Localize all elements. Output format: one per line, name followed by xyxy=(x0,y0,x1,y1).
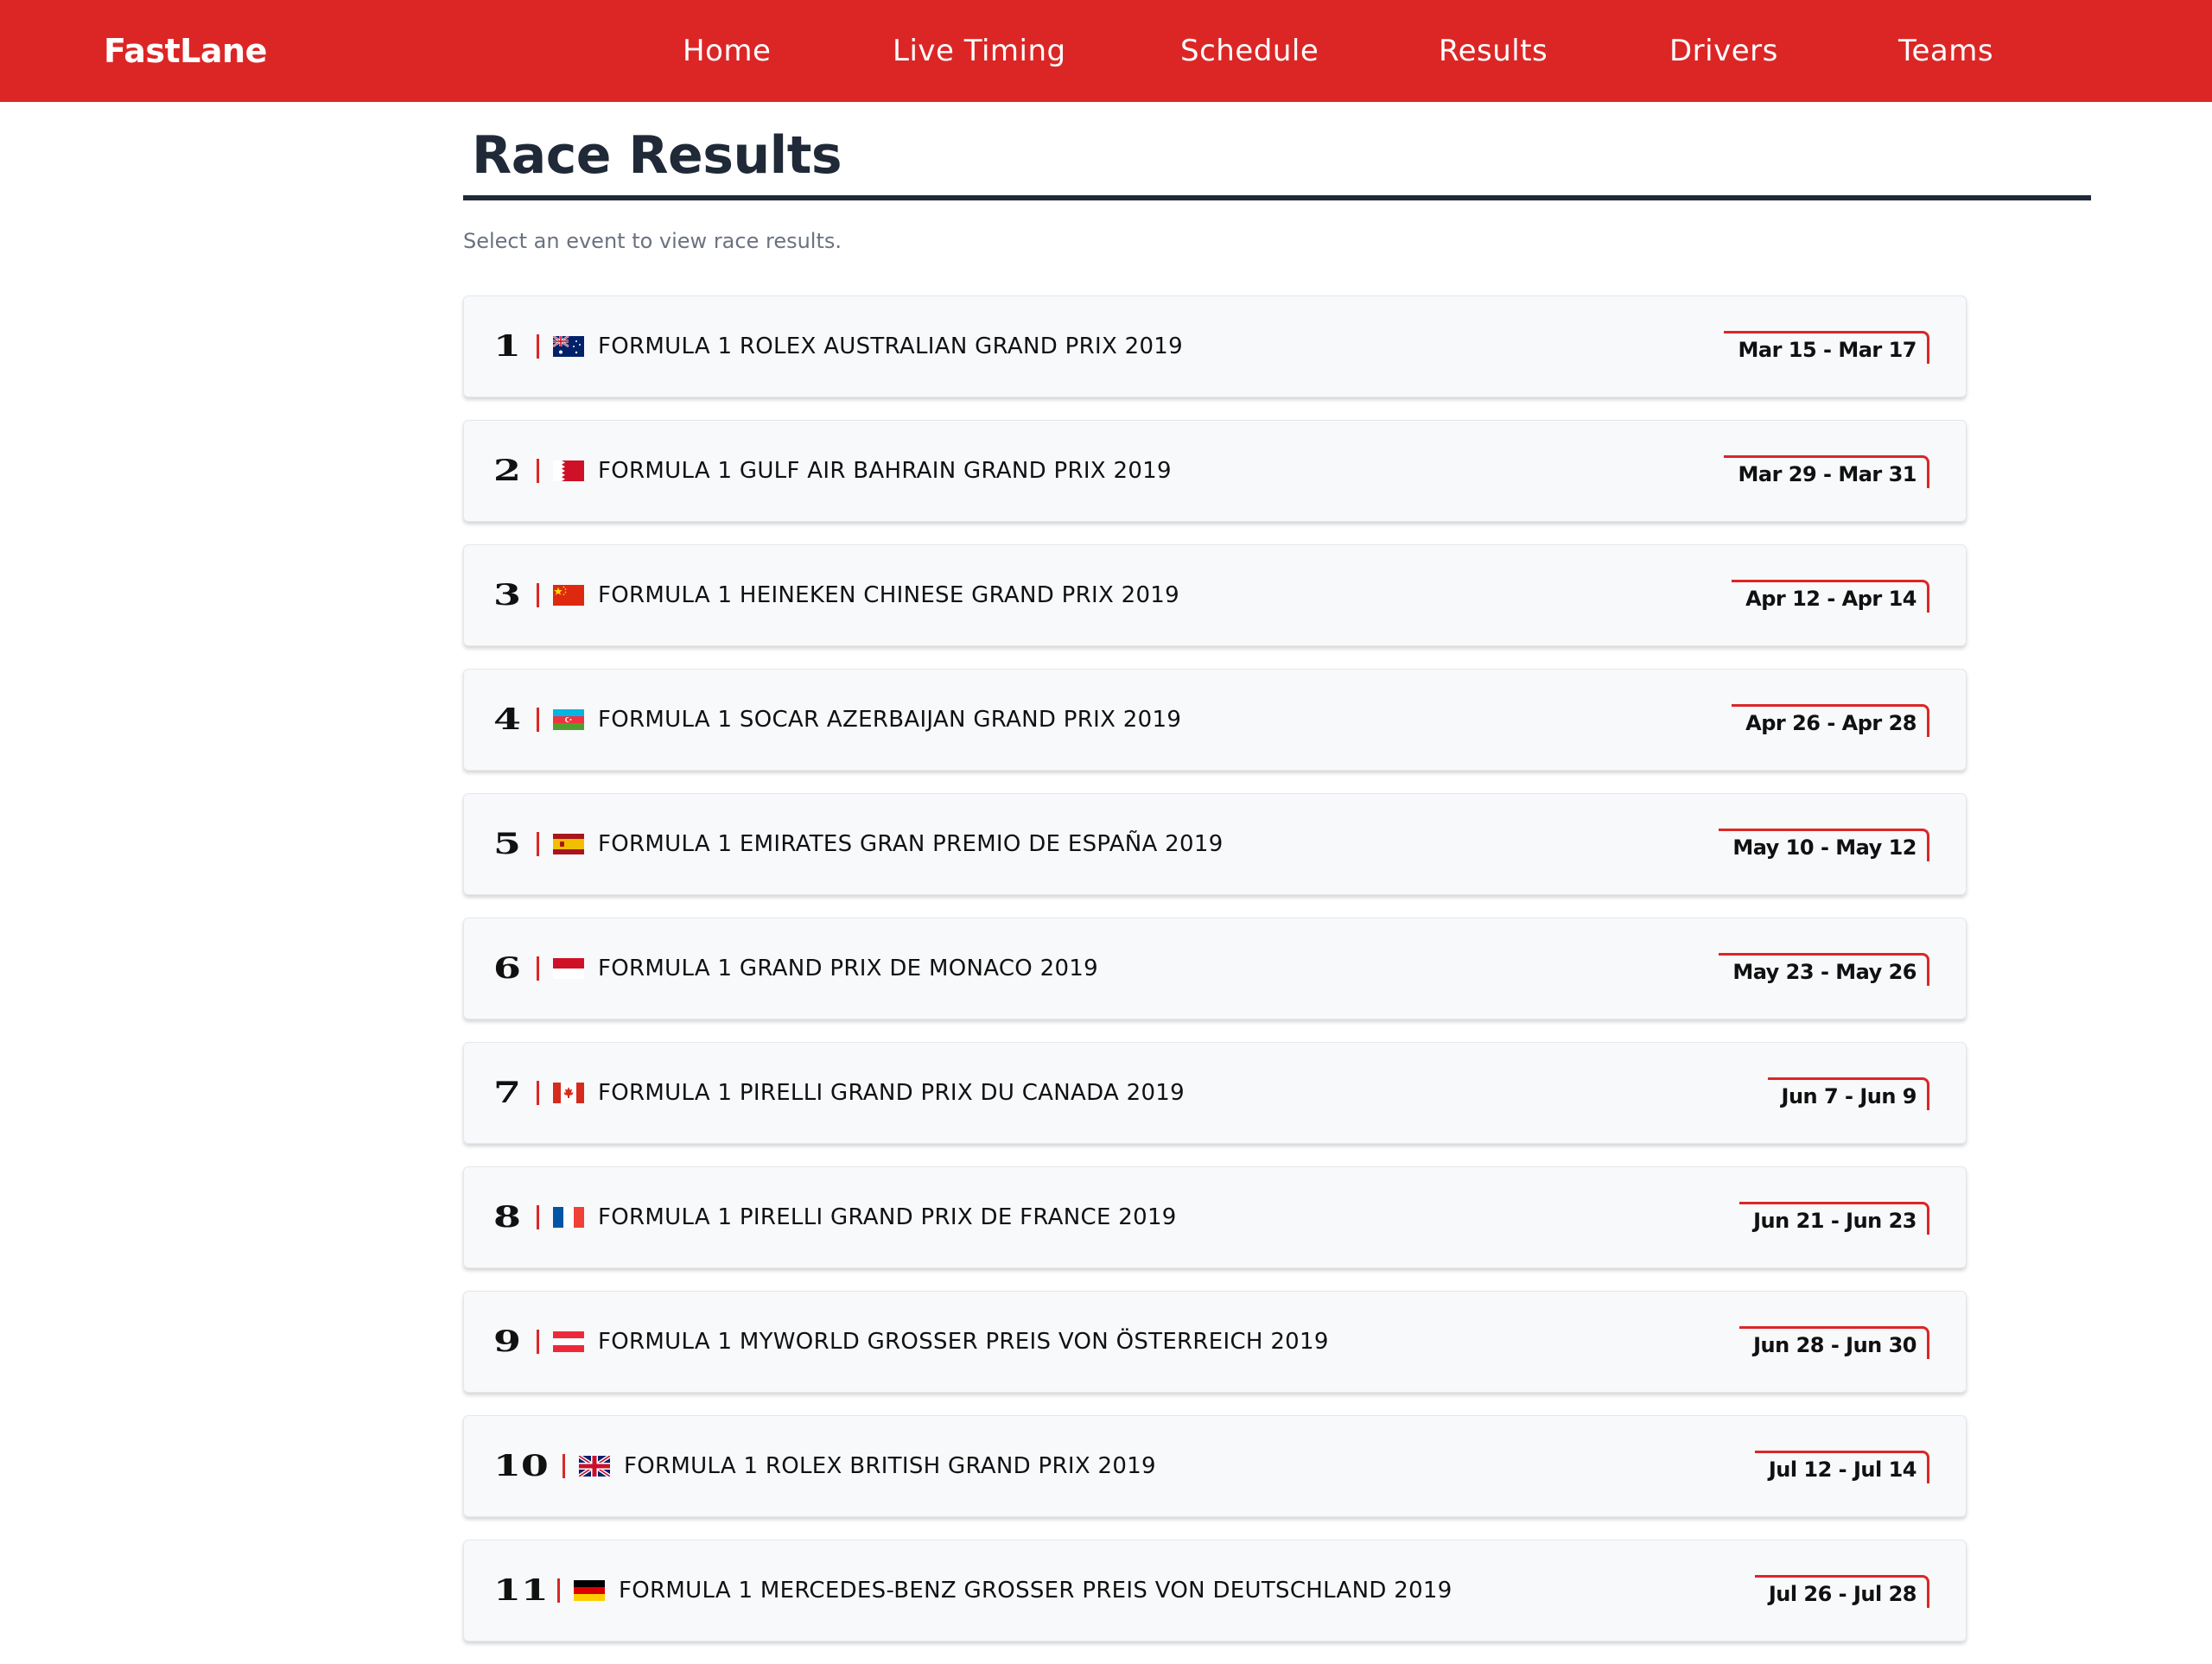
azerbaijan-flag-icon xyxy=(553,709,584,730)
event-dates-badge: Jun 21 - Jun 23 xyxy=(1739,1202,1929,1235)
round-separator xyxy=(557,1578,560,1603)
event-round-number: 2 xyxy=(493,454,521,488)
event-round-number: 7 xyxy=(493,1076,521,1110)
event-card[interactable]: 2 FORMULA 1 GULF AIR BAHRAIN GRAND PRIX … xyxy=(463,420,1967,522)
nav-teams[interactable]: Teams xyxy=(1898,0,1993,102)
france-flag-icon xyxy=(553,1207,584,1228)
event-round-number: 6 xyxy=(493,951,521,986)
nav-live-timing[interactable]: Live Timing xyxy=(893,0,1066,102)
spain-flag-icon xyxy=(553,834,584,854)
event-dates-badge: Apr 12 - Apr 14 xyxy=(1732,580,1929,613)
uk-flag-icon xyxy=(579,1456,610,1477)
event-card[interactable]: 5 FORMULA 1 EMIRATES GRAN PREMIO DE ESPA… xyxy=(463,793,1967,895)
event-name: FORMULA 1 HEINEKEN CHINESE GRAND PRIX 20… xyxy=(598,582,1179,608)
round-separator xyxy=(537,583,539,607)
event-name: FORMULA 1 MERCEDES-BENZ GROSSER PREIS VO… xyxy=(619,1578,1452,1604)
round-separator xyxy=(563,1454,565,1478)
event-card[interactable]: 7 FORMULA 1 PIRELLI GRAND PRIX DU CANADA… xyxy=(463,1042,1967,1144)
event-card[interactable]: 11 FORMULA 1 MERCEDES-BENZ GROSSER PREIS… xyxy=(463,1540,1967,1642)
event-dates-badge: Mar 15 - Mar 17 xyxy=(1724,331,1929,364)
event-round-number: 11 xyxy=(493,1573,549,1608)
austria-flag-icon xyxy=(553,1331,584,1352)
event-card[interactable]: 6 FORMULA 1 GRAND PRIX DE MONACO 2019 Ma… xyxy=(463,918,1967,1019)
event-card[interactable]: 4 FORMULA 1 SOCAR AZERBAIJAN GRAND PRIX … xyxy=(463,669,1967,771)
bahrain-flag-icon xyxy=(553,460,584,481)
germany-flag-icon xyxy=(574,1580,605,1601)
round-separator xyxy=(537,1205,539,1229)
round-separator xyxy=(537,1081,539,1105)
event-name: FORMULA 1 GRAND PRIX DE MONACO 2019 xyxy=(598,956,1098,981)
top-navbar: FastLane Home Live Timing Schedule Resul… xyxy=(0,0,2212,102)
round-separator xyxy=(537,334,539,359)
event-dates-badge: Jul 12 - Jul 14 xyxy=(1754,1451,1929,1483)
event-name: FORMULA 1 ROLEX AUSTRALIAN GRAND PRIX 20… xyxy=(598,333,1183,359)
page-subtitle: Select an event to view race results. xyxy=(463,229,842,253)
event-dates-badge: Jul 26 - Jul 28 xyxy=(1754,1575,1929,1608)
event-name: FORMULA 1 SOCAR AZERBAIJAN GRAND PRIX 20… xyxy=(598,707,1182,733)
event-name: FORMULA 1 EMIRATES GRAN PREMIO DE ESPAÑA… xyxy=(598,831,1224,857)
event-name: FORMULA 1 MYWORLD GROSSER PREIS VON ÖSTE… xyxy=(598,1329,1329,1355)
page-title: Race Results xyxy=(472,125,842,186)
round-separator xyxy=(537,832,539,856)
event-card[interactable]: 3 FORMULA 1 HEINEKEN CHINESE GRAND PRIX … xyxy=(463,544,1967,646)
nav-drivers[interactable]: Drivers xyxy=(1669,0,1778,102)
round-separator xyxy=(537,459,539,483)
title-divider xyxy=(463,195,2091,200)
nav-results[interactable]: Results xyxy=(1439,0,1548,102)
event-round-number: 9 xyxy=(493,1324,521,1359)
event-list: 1 FORMULA 1 ROLEX AUSTRALIAN GRAND PRIX … xyxy=(463,295,1968,1664)
china-flag-icon xyxy=(553,585,584,606)
round-separator xyxy=(537,956,539,981)
event-dates-badge: Mar 29 - Mar 31 xyxy=(1724,455,1929,488)
event-round-number: 5 xyxy=(493,827,521,861)
round-separator xyxy=(537,1330,539,1354)
event-name: FORMULA 1 GULF AIR BAHRAIN GRAND PRIX 20… xyxy=(598,458,1172,484)
event-card[interactable]: 10 FORMULA 1 ROLEX BRITISH GRAND PRIX 20… xyxy=(463,1415,1967,1517)
nav-schedule[interactable]: Schedule xyxy=(1180,0,1319,102)
event-round-number: 8 xyxy=(493,1200,521,1235)
event-round-number: 1 xyxy=(493,329,521,364)
event-card[interactable]: 1 FORMULA 1 ROLEX AUSTRALIAN GRAND PRIX … xyxy=(463,295,1967,397)
event-round-number: 3 xyxy=(493,578,521,613)
event-name: FORMULA 1 PIRELLI GRAND PRIX DU CANADA 2… xyxy=(598,1080,1185,1106)
event-dates-badge: May 10 - May 12 xyxy=(1719,829,1929,861)
event-dates-badge: Jun 28 - Jun 30 xyxy=(1739,1326,1929,1359)
event-name: FORMULA 1 PIRELLI GRAND PRIX DE FRANCE 2… xyxy=(598,1204,1177,1230)
event-round-number: 4 xyxy=(493,702,521,737)
canada-flag-icon xyxy=(553,1083,584,1103)
event-dates-badge: May 23 - May 26 xyxy=(1719,953,1929,986)
brand-logo[interactable]: FastLane xyxy=(104,0,267,102)
australia-flag-icon xyxy=(553,336,584,357)
event-card[interactable]: 9 FORMULA 1 MYWORLD GROSSER PREIS VON ÖS… xyxy=(463,1291,1967,1393)
event-card[interactable]: 8 FORMULA 1 PIRELLI GRAND PRIX DE FRANCE… xyxy=(463,1166,1967,1268)
nav-home[interactable]: Home xyxy=(683,0,771,102)
event-dates-badge: Jun 7 - Jun 9 xyxy=(1767,1077,1929,1110)
event-round-number: 10 xyxy=(493,1449,549,1483)
event-name: FORMULA 1 ROLEX BRITISH GRAND PRIX 2019 xyxy=(624,1453,1156,1479)
monaco-flag-icon xyxy=(553,958,584,979)
event-dates-badge: Apr 26 - Apr 28 xyxy=(1732,704,1929,737)
round-separator xyxy=(537,708,539,732)
